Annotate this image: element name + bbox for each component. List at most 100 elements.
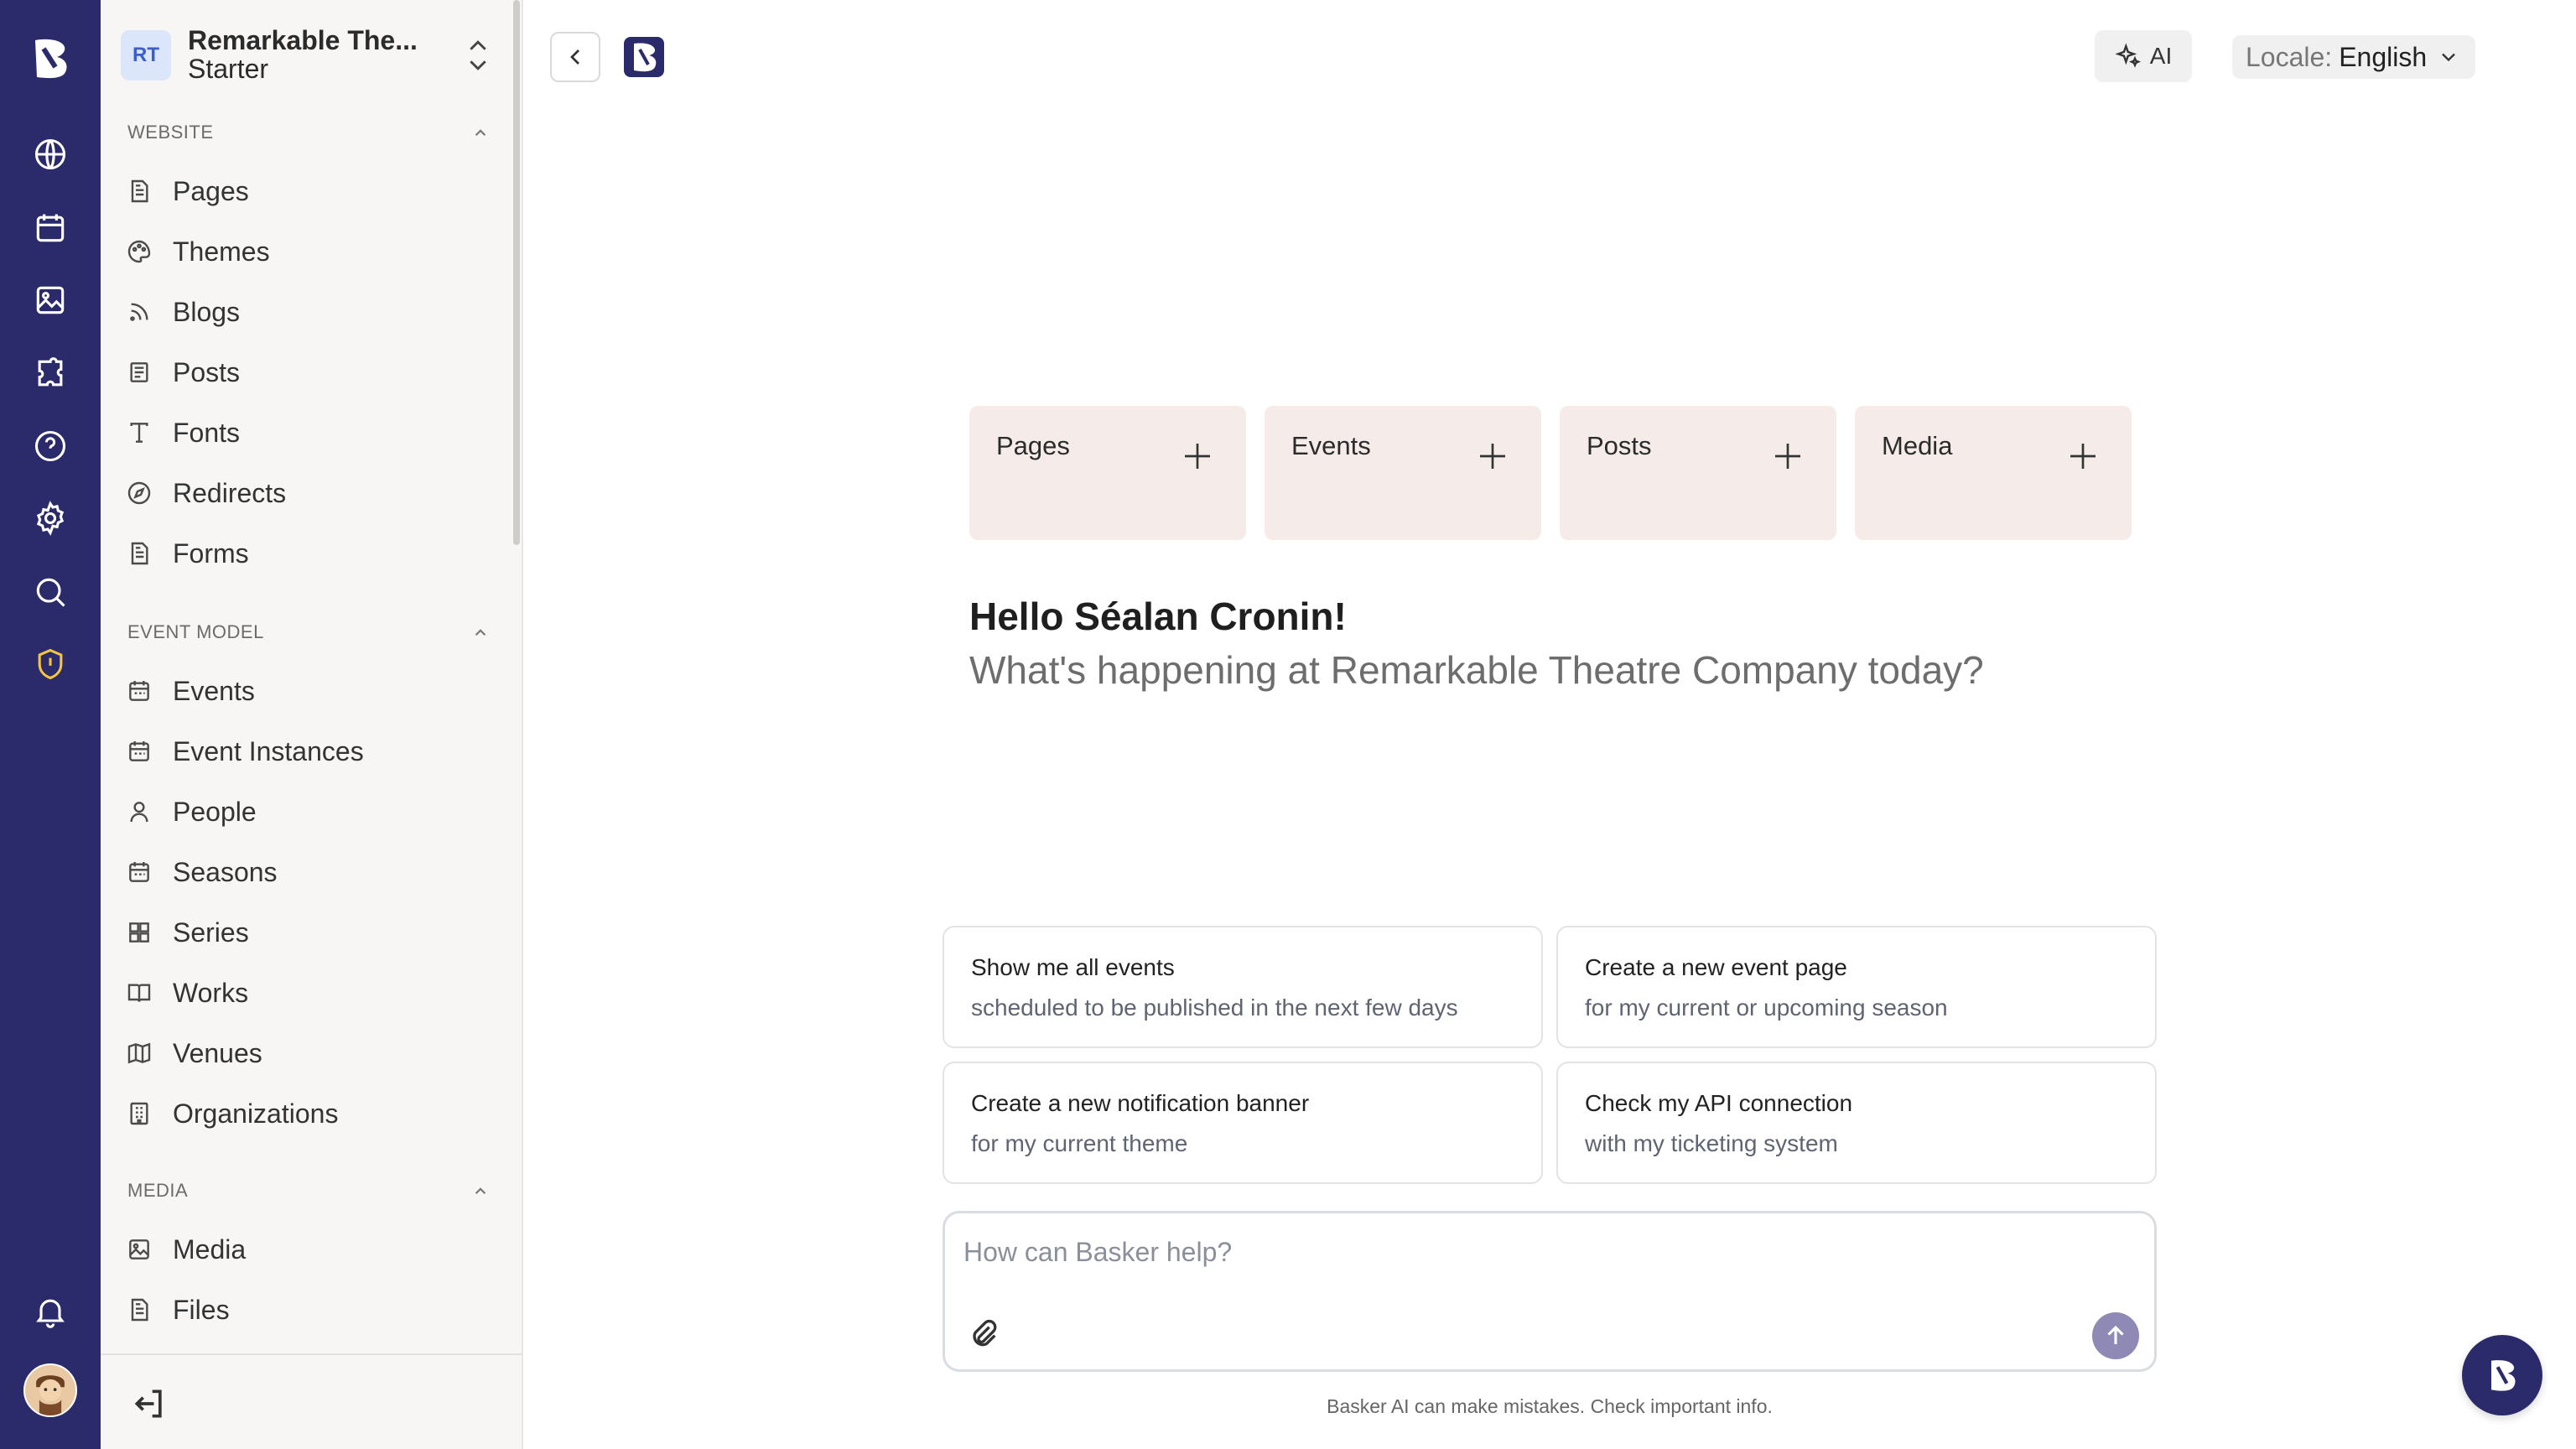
document-icon	[131, 542, 148, 565]
image-icon[interactable]	[32, 282, 69, 319]
sidebar-item-venues[interactable]: Venues	[124, 1028, 501, 1078]
quick-create-posts[interactable]: Posts	[1560, 406, 1836, 540]
org-switcher[interactable]: RT Remarkable The... Starter	[121, 25, 505, 86]
chevron-down-icon	[2442, 53, 2455, 62]
sidebar-item-label: Events	[173, 675, 255, 706]
suggestion-card[interactable]: Create a new notification banner for my …	[943, 1062, 1543, 1184]
sidebar-item-files[interactable]: Files	[124, 1285, 501, 1335]
section-header-website[interactable]: WEBSITE	[127, 116, 491, 149]
sidebar-scrollbar[interactable]	[513, 0, 520, 545]
sidebar-item-series[interactable]: Series	[124, 907, 501, 958]
section-title: EVENT MODEL	[127, 621, 264, 642]
sidebar-item-media[interactable]: Media	[124, 1224, 501, 1275]
sidebar-item-events[interactable]: Events	[124, 666, 501, 716]
sidebar-item-blogs[interactable]: Blogs	[124, 287, 501, 337]
logout-icon[interactable]	[131, 1385, 168, 1422]
suggestion-subtitle: with my ticketing system	[1585, 1130, 1838, 1156]
sidebar-item-organizations[interactable]: Organizations	[124, 1088, 501, 1139]
quick-create-events[interactable]: Events	[1265, 406, 1541, 540]
sidebar-item-fonts[interactable]: Fonts	[124, 408, 501, 458]
avatar[interactable]	[23, 1363, 77, 1417]
suggestion-title: Check my API connection	[1585, 1090, 1853, 1116]
sidebar-item-forms[interactable]: Forms	[124, 528, 501, 579]
sidebar-footer	[101, 1353, 522, 1449]
sidebar-item-label: Media	[173, 1233, 247, 1265]
puzzle-icon[interactable]	[32, 356, 69, 392]
tile-label: Pages	[996, 431, 1070, 460]
sidebar-item-people[interactable]: People	[124, 787, 501, 837]
collapse-sidebar-button[interactable]	[550, 32, 600, 82]
sidebar-item-pages[interactable]: Pages	[124, 166, 501, 216]
sidebar-item-posts[interactable]: Posts	[124, 347, 501, 397]
suggestion-card[interactable]: Create a new event page for my current o…	[1556, 926, 2157, 1048]
tile-label: Events	[1291, 431, 1371, 460]
sidebar-item-themes[interactable]: Themes	[124, 226, 501, 277]
sidebar-item-label: Pages	[173, 175, 249, 206]
chevron-up-down-icon[interactable]	[463, 34, 493, 77]
user-icon	[130, 802, 148, 823]
basker-logo-icon	[2491, 1360, 2516, 1391]
sidebar-item-works[interactable]: Works	[124, 968, 501, 1018]
sidebar-item-label: People	[173, 796, 257, 827]
arrow-up-icon	[2107, 1325, 2124, 1344]
basker-logo-icon	[624, 37, 664, 77]
compass-icon	[127, 481, 151, 505]
bell-icon[interactable]	[32, 1293, 69, 1330]
sidebar-item-event-instances[interactable]: Event Instances	[124, 726, 501, 776]
ai-label: AI	[2149, 43, 2173, 69]
send-button[interactable]	[2092, 1312, 2139, 1359]
chevron-up-icon	[475, 1187, 486, 1195]
locale-key: Locale:	[2246, 41, 2333, 72]
sidebar-item-label: Seasons	[173, 856, 278, 887]
sidebar-item-label: Forms	[173, 538, 249, 569]
building-icon	[130, 1102, 148, 1125]
globe-icon[interactable]	[32, 136, 69, 173]
plus-icon	[1185, 444, 1210, 469]
plus-icon	[1775, 444, 1800, 469]
assistant-fab-button[interactable]	[2462, 1335, 2542, 1415]
grid-icon	[129, 922, 149, 943]
sidebar-item-label: Series	[173, 917, 249, 948]
sidebar-item-seasons[interactable]: Seasons	[124, 847, 501, 897]
type-icon	[130, 423, 148, 443]
sidebar-item-label: Fonts	[173, 417, 241, 448]
ai-button[interactable]: AI	[2095, 30, 2192, 82]
document-icon	[131, 179, 148, 203]
locale-dropdown[interactable]: Locale: English	[2232, 35, 2475, 79]
section-header-event-model[interactable]: EVENT MODEL	[127, 615, 491, 649]
section-header-media[interactable]: MEDIA	[127, 1174, 491, 1208]
tile-label: Media	[1882, 431, 1953, 460]
suggestion-title: Create a new notification banner	[971, 1090, 1310, 1116]
suggestion-card[interactable]: Show me all events scheduled to be publi…	[943, 926, 1543, 1048]
quick-create-pages[interactable]: Pages	[969, 406, 1246, 540]
shield-icon[interactable]	[32, 646, 69, 683]
newspaper-icon	[130, 362, 148, 382]
chat-input[interactable]	[963, 1232, 2054, 1272]
calendar-icon[interactable]	[32, 210, 69, 247]
paperclip-icon[interactable]	[967, 1317, 1000, 1351]
suggestion-card[interactable]: Check my API connection with my ticketin…	[1556, 1062, 2157, 1184]
help-icon[interactable]	[32, 428, 69, 465]
sidebar: RT Remarkable The... Starter WEBSITE Pag…	[101, 0, 523, 1449]
icon-rail	[0, 0, 101, 1449]
org-name: Remarkable The...	[188, 25, 418, 55]
suggestion-subtitle: for my current theme	[971, 1130, 1188, 1156]
sidebar-item-redirects[interactable]: Redirects	[124, 468, 501, 518]
sparkle-icon	[2115, 43, 2141, 68]
org-plan: Starter	[188, 54, 269, 84]
basker-logo-icon[interactable]	[25, 34, 75, 84]
gear-icon[interactable]	[32, 500, 69, 537]
search-icon[interactable]	[32, 574, 69, 610]
rss-icon	[130, 303, 148, 321]
book-open-icon	[127, 984, 151, 1002]
tile-label: Posts	[1587, 431, 1652, 460]
chevron-up-icon	[475, 629, 486, 636]
sidebar-item-label: Organizations	[173, 1098, 339, 1129]
locale-value: English	[2339, 41, 2428, 72]
suggestion-subtitle: for my current or upcoming season	[1585, 995, 1948, 1021]
quick-create-media[interactable]: Media	[1855, 406, 2132, 540]
map-icon	[127, 1042, 151, 1064]
plus-icon	[2070, 444, 2096, 469]
section-title: WEBSITE	[127, 122, 214, 143]
image-icon	[129, 1239, 149, 1259]
